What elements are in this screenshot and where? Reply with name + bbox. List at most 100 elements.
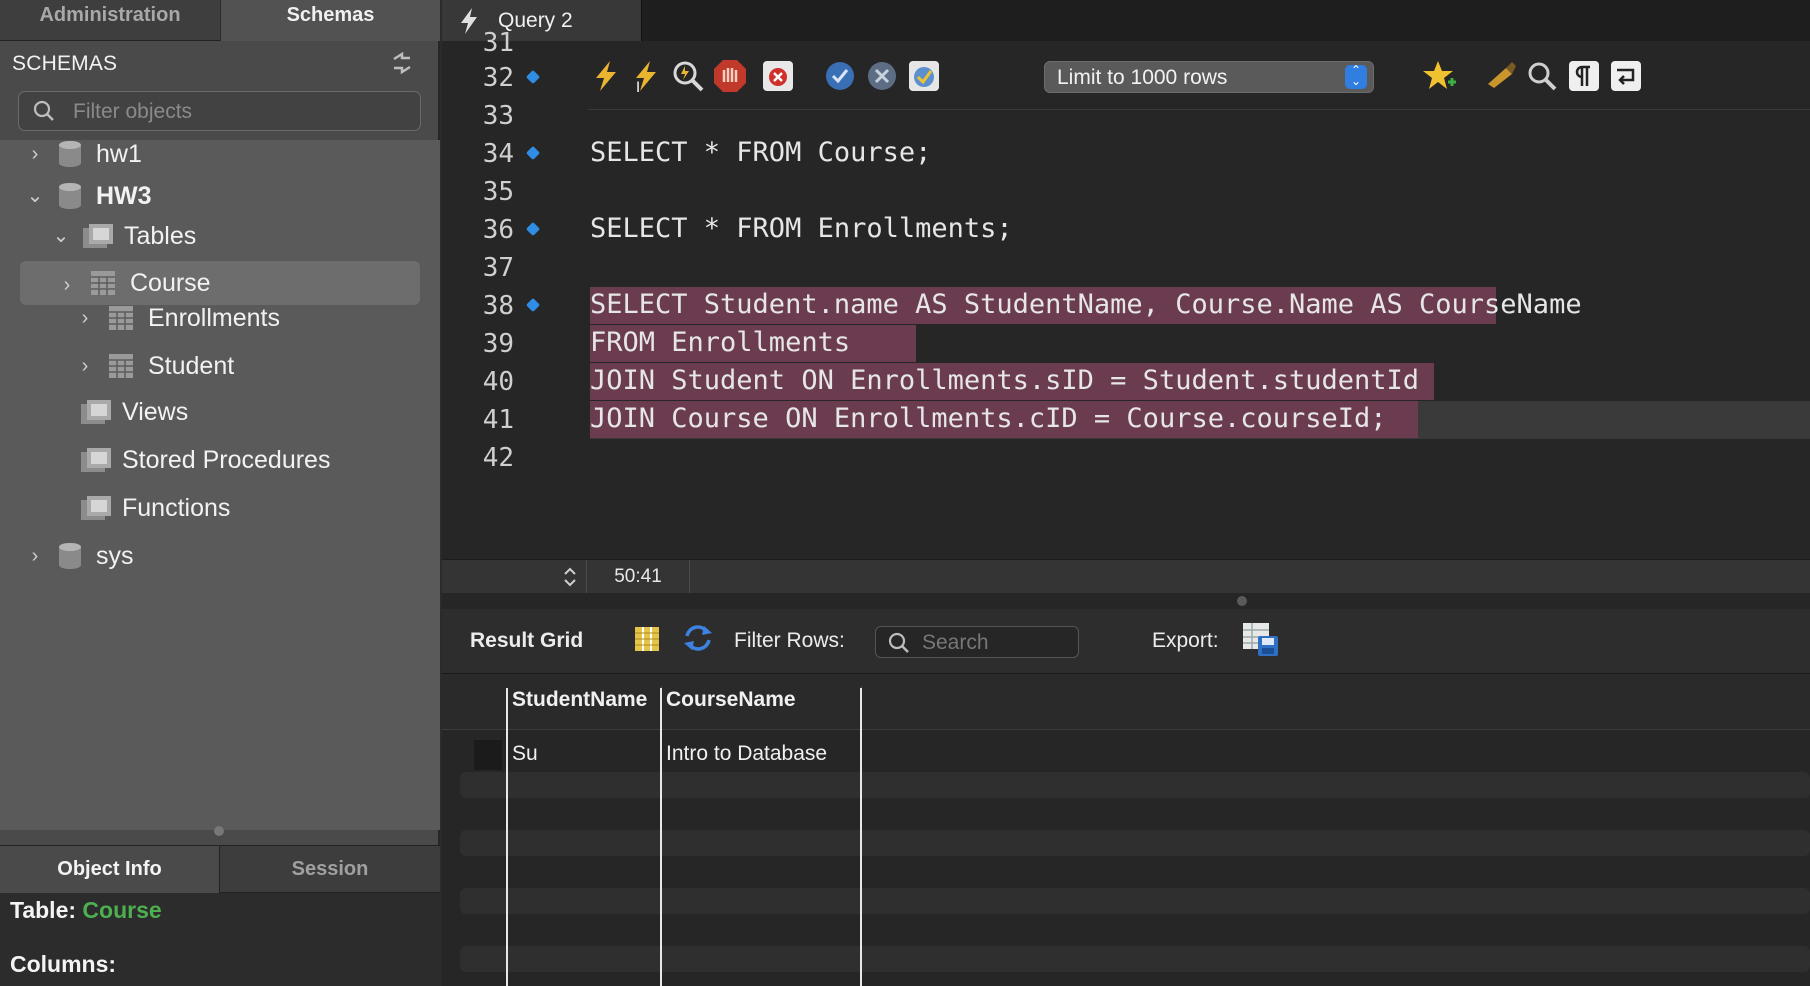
sidebar-tab-bar: Administration Schemas bbox=[0, 0, 440, 41]
tree-item-hw3[interactable]: ⌄ HW3 bbox=[26, 174, 152, 218]
tree-item-label: Views bbox=[122, 397, 189, 426]
tree-item-stored-procedures[interactable]: Stored Procedures bbox=[68, 438, 330, 482]
table-icon bbox=[109, 354, 133, 378]
splitter-handle[interactable] bbox=[1237, 596, 1247, 606]
export-icon[interactable] bbox=[1242, 622, 1280, 658]
tree-item-label: Tables bbox=[124, 221, 197, 250]
info-columns-label: Columns: bbox=[10, 951, 117, 977]
table-cell[interactable]: Intro to Database bbox=[666, 742, 827, 766]
chevron-down-icon[interactable]: ⌄ bbox=[26, 186, 44, 206]
line-number: 34 bbox=[482, 139, 514, 169]
info-tab-bar: Object Info Session bbox=[0, 845, 440, 893]
column-border bbox=[860, 688, 862, 986]
limit-rows-label: Limit to 1000 rows bbox=[1057, 66, 1228, 89]
result-grid-header: StudentName CourseName bbox=[442, 674, 1810, 730]
statement-marker-icon bbox=[525, 297, 541, 313]
chevron-down-icon[interactable]: ⌄ bbox=[52, 226, 70, 246]
query-workspace: Query 2 31 32 33 34 35 36 37 38 39 40 41… bbox=[442, 0, 1810, 986]
filter-objects-input[interactable]: Filter objects bbox=[18, 91, 421, 131]
refresh-schemas-icon[interactable] bbox=[388, 50, 416, 76]
tables-folder-icon bbox=[83, 224, 113, 248]
execute-icon[interactable] bbox=[588, 58, 624, 94]
database-icon bbox=[59, 543, 81, 569]
code-line: SELECT * FROM Enrollments; bbox=[590, 213, 1013, 244]
editor-results-splitter[interactable] bbox=[442, 593, 1810, 609]
tree-item-label: hw1 bbox=[96, 139, 142, 168]
line-number: 38 bbox=[482, 291, 514, 321]
chevron-right-icon[interactable]: › bbox=[26, 144, 44, 164]
line-number: 36 bbox=[482, 215, 514, 245]
stop-icon[interactable] bbox=[712, 58, 748, 94]
query-tab-bar: Query 2 bbox=[442, 0, 1810, 41]
execute-current-icon[interactable]: I bbox=[628, 58, 664, 94]
chevron-right-icon[interactable]: › bbox=[76, 308, 94, 328]
tab-administration[interactable]: Administration bbox=[0, 0, 220, 41]
code-line: JOIN Course ON Enrollments.cID = Course.… bbox=[590, 403, 1387, 434]
info-table-line: Table: Course bbox=[10, 897, 162, 924]
line-number: 31 bbox=[482, 28, 514, 58]
column-header-coursename[interactable]: CourseName bbox=[666, 688, 796, 712]
tree-item-label: Course bbox=[130, 268, 211, 297]
tree-item-student[interactable]: › Student bbox=[76, 344, 235, 388]
sql-editor[interactable]: 31 32 33 34 35 36 37 38 39 40 41 42 SELE… bbox=[442, 28, 1810, 559]
line-number: 35 bbox=[482, 177, 514, 207]
tree-item-hw1[interactable]: › hw1 bbox=[26, 132, 142, 176]
line-number: 39 bbox=[482, 329, 514, 359]
schema-sidebar: Administration Schemas SCHEMAS Filter ob… bbox=[0, 0, 440, 986]
tree-item-label: Enrollments bbox=[148, 303, 280, 332]
database-icon bbox=[59, 141, 81, 167]
table-icon bbox=[109, 306, 133, 330]
tree-item-enrollments[interactable]: › Enrollments bbox=[76, 296, 280, 340]
beautify-icon[interactable] bbox=[1482, 58, 1518, 94]
cursor-position: 50:41 bbox=[586, 560, 690, 594]
info-table-label: Table: bbox=[10, 897, 77, 923]
statement-marker-icon bbox=[525, 221, 541, 237]
line-number: 41 bbox=[482, 405, 514, 435]
limit-rows-select[interactable]: Limit to 1000 rows ⌃ ⌄ bbox=[1044, 61, 1374, 93]
schema-tree: › hw1 ⌄ HW3 ⌄ Tables › Course › Enrollme… bbox=[0, 140, 440, 830]
tree-item-label: sys bbox=[96, 541, 134, 570]
tab-session[interactable]: Session bbox=[220, 846, 440, 893]
table-row-stripe bbox=[460, 772, 1810, 798]
statement-marker-icon bbox=[525, 69, 541, 85]
tab-schemas[interactable]: Schemas bbox=[220, 0, 440, 41]
line-number: 32 bbox=[482, 63, 514, 93]
grid-view-icon[interactable] bbox=[634, 626, 660, 652]
commit-icon[interactable] bbox=[822, 58, 858, 94]
object-info-panel: Table: Course Columns: bbox=[0, 893, 440, 986]
refresh-results-icon[interactable] bbox=[682, 623, 714, 653]
up-down-arrows-icon[interactable] bbox=[560, 564, 580, 590]
bookmark-icon[interactable] bbox=[1422, 58, 1458, 94]
explain-icon[interactable] bbox=[670, 58, 706, 94]
invisible-chars-icon[interactable] bbox=[1566, 58, 1602, 94]
tree-item-functions[interactable]: Functions bbox=[68, 486, 230, 530]
filter-rows-search-input[interactable]: Search bbox=[875, 626, 1079, 658]
panel-splitter-handle[interactable] bbox=[214, 826, 224, 836]
wrap-icon[interactable] bbox=[1608, 58, 1644, 94]
line-number: 33 bbox=[482, 101, 514, 131]
tree-item-tables[interactable]: ⌄ Tables bbox=[52, 214, 197, 258]
table-icon bbox=[91, 271, 115, 295]
stop-on-error-icon[interactable] bbox=[760, 58, 796, 94]
code-line: SELECT * FROM Course; bbox=[590, 137, 932, 168]
tab-object-info[interactable]: Object Info bbox=[0, 846, 220, 893]
column-header-studentname[interactable]: StudentName bbox=[512, 688, 647, 712]
result-grid[interactable]: StudentName CourseName Su Intro to Datab… bbox=[442, 674, 1810, 986]
tree-item-sys[interactable]: › sys bbox=[26, 534, 134, 578]
find-icon[interactable] bbox=[1524, 58, 1560, 94]
row-selector[interactable] bbox=[474, 740, 502, 770]
tree-item-label: Student bbox=[148, 351, 235, 380]
tree-item-views[interactable]: Views bbox=[68, 390, 188, 434]
search-icon bbox=[888, 632, 909, 653]
table-row-stripe bbox=[460, 946, 1810, 972]
chevron-right-icon[interactable]: › bbox=[58, 275, 76, 295]
functions-folder-icon bbox=[81, 496, 111, 520]
line-number: 42 bbox=[482, 443, 514, 473]
select-stepper-icon: ⌃ ⌄ bbox=[1345, 64, 1367, 89]
chevron-right-icon[interactable]: › bbox=[76, 356, 94, 376]
rollback-icon[interactable] bbox=[864, 58, 900, 94]
autocommit-icon[interactable] bbox=[906, 58, 942, 94]
chevron-right-icon[interactable]: › bbox=[26, 546, 44, 566]
table-cell[interactable]: Su bbox=[512, 742, 538, 766]
statement-marker-icon bbox=[525, 145, 541, 161]
